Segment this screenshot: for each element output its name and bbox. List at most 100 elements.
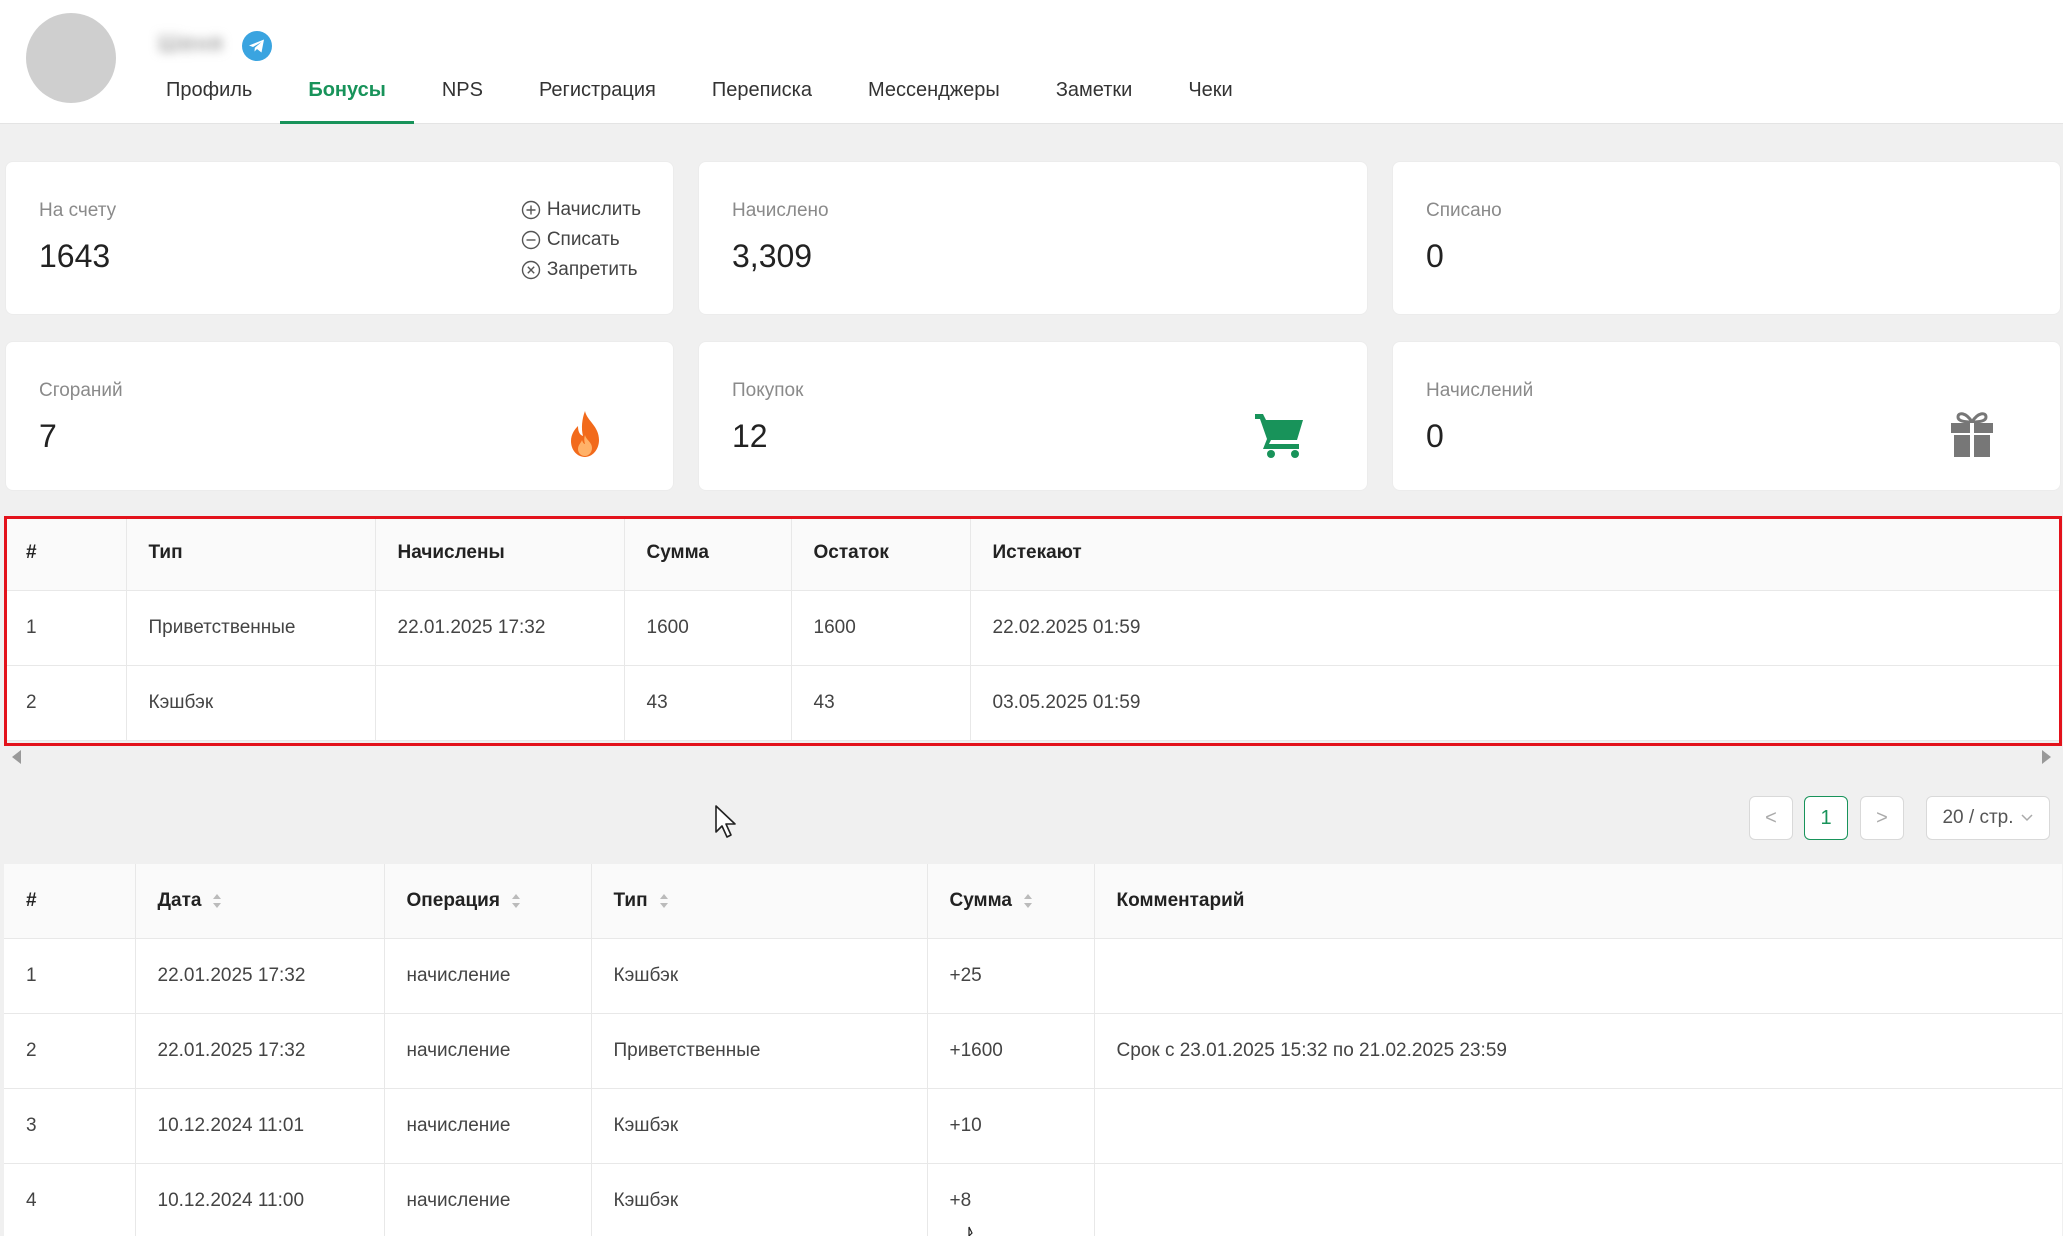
cell-type: Приветственные [126,590,376,666]
page-size-value: 20 / стр. [1942,807,2014,828]
balance-label: На счету [39,200,117,221]
mouse-cursor-icon [715,805,736,838]
cell-expires: 22.02.2025 01:59 [970,590,2062,666]
cell-amount: 1600 [624,590,792,666]
sort-icon[interactable] [658,892,670,910]
table-row: 4 10.12.2024 11:00 начисление Кэшбэк +8 [4,1163,2062,1236]
cell-type: Кэшбэк [591,938,928,1014]
cell-amount: +10 [927,1088,1095,1164]
written-off-card: Списано 0 [1392,161,2061,315]
cell-comment [1094,938,2062,1014]
cell-amount: 43 [624,665,792,741]
user-name: Шеня [158,30,224,57]
tab-nps[interactable]: NPS [414,68,511,124]
write-off-button[interactable]: Списать [521,228,641,252]
accrue-button[interactable]: Начислить [521,198,641,222]
column-comment: Комментарий [1094,864,2062,939]
cell-operation: начисление [384,1013,592,1089]
profile-header: Шеня Профиль Бонусы NPS Регистрация Пере… [0,0,2063,124]
cell-date: 10.12.2024 11:01 [135,1088,385,1164]
accruals-label: Начислений [1426,380,1534,401]
telegram-icon[interactable] [242,31,272,61]
avatar[interactable] [26,13,116,103]
cell-comment [1094,1163,2062,1236]
cell-comment: Срок с 23.01.2025 15:32 по 21.02.2025 23… [1094,1013,2062,1089]
tab-profile[interactable]: Профиль [138,68,280,124]
scroll-right-arrow[interactable] [2042,750,2051,764]
column-type: Тип [126,516,376,591]
minus-circle-icon [521,230,541,250]
tab-correspondence[interactable]: Переписка [684,68,840,124]
table-row: 1 Приветственные 22.01.2025 17:32 1600 1… [4,590,2062,666]
balance-card: На счету 1643 Начислить Списать Запретит… [5,161,674,315]
column-number: # [4,516,127,591]
column-expires: Истекают [970,516,2062,591]
column-accrued-at: Начислены [375,516,625,591]
cell-accrued-at [375,665,625,741]
page-1-button[interactable]: 1 [1804,796,1848,840]
tab-bonuses[interactable]: Бонусы [280,68,414,124]
accruals-value: 0 [1426,418,1444,454]
cell-operation: начисление [384,1088,592,1164]
mouse-cursor-icon [968,1226,973,1236]
chevron-down-icon [2020,814,2033,822]
bonus-history-table: # Дата Операция Тип Сумма Комментарий 1 … [4,864,2062,1236]
cell-amount: +8 [927,1163,1095,1236]
column-operation-label: Операция [406,889,500,911]
column-amount[interactable]: Сумма [927,864,1095,939]
column-type[interactable]: Тип [591,864,928,939]
write-off-label: Списать [546,229,620,250]
column-date[interactable]: Дата [135,864,385,939]
balance-actions: Начислить Списать Запретить [521,198,641,282]
cell-type: Кэшбэк [591,1163,928,1236]
tab-messengers[interactable]: Мессенджеры [840,68,1028,124]
burned-label: Сгораний [39,380,123,401]
cell-amount: +1600 [927,1013,1095,1089]
bonus-balances-table: # Тип Начислены Сумма Остаток Истекают 1… [4,516,2062,741]
sort-icon[interactable] [1022,892,1034,910]
tab-receipts[interactable]: Чеки [1160,68,1260,124]
tab-notes[interactable]: Заметки [1028,68,1161,124]
cell-date: 10.12.2024 11:00 [135,1163,385,1236]
cell-expires: 03.05.2025 01:59 [970,665,2062,741]
table-row: 1 22.01.2025 17:32 начисление Кэшбэк +25 [4,938,2062,1014]
cell-number: 1 [4,938,136,1014]
column-amount-label: Сумма [949,889,1012,911]
table-header-row: # Тип Начислены Сумма Остаток Истекают [4,516,2062,591]
written-off-value: 0 [1426,238,1444,274]
cell-accrued-at: 22.01.2025 17:32 [375,590,625,666]
column-operation[interactable]: Операция [384,864,592,939]
table-row: 2 Кэшбэк 43 43 03.05.2025 01:59 [4,665,2062,741]
accrued-value: 3,309 [732,238,813,274]
accrue-label: Начислить [546,199,641,220]
burned-value: 7 [39,418,57,454]
cell-number: 2 [4,1013,136,1089]
column-amount: Сумма [624,516,792,591]
table-row: 2 22.01.2025 17:32 начисление Приветстве… [4,1013,2062,1089]
column-remainder: Остаток [791,516,971,591]
tab-registration[interactable]: Регистрация [511,68,684,124]
sort-icon[interactable] [211,892,223,910]
gift-icon [1951,412,1993,457]
prev-page-button[interactable]: < [1749,796,1793,840]
written-off-label: Списано [1426,200,1502,221]
plus-circle-icon [521,200,541,220]
cell-date: 22.01.2025 17:32 [135,1013,385,1089]
next-page-button[interactable]: > [1860,796,1904,840]
forbid-button[interactable]: Запретить [521,258,641,282]
sort-icon[interactable] [510,892,522,910]
balance-value: 1643 [39,238,111,274]
table-row: 3 10.12.2024 11:01 начисление Кэшбэк +10 [4,1088,2062,1164]
page-size-select[interactable]: 20 / стр. [1926,796,2050,840]
cell-number: 3 [4,1088,136,1164]
purchases-card: Покупок 12 [698,341,1368,491]
cell-type: Кэшбэк [126,665,376,741]
close-circle-icon [521,260,541,280]
column-number: # [4,864,136,939]
cell-number: 4 [4,1163,136,1236]
accrued-card: Начислено 3,309 [698,161,1368,315]
cell-comment [1094,1088,2062,1164]
purchases-label: Покупок [732,380,804,401]
scroll-left-arrow[interactable] [12,750,21,764]
cart-icon [1255,414,1303,458]
